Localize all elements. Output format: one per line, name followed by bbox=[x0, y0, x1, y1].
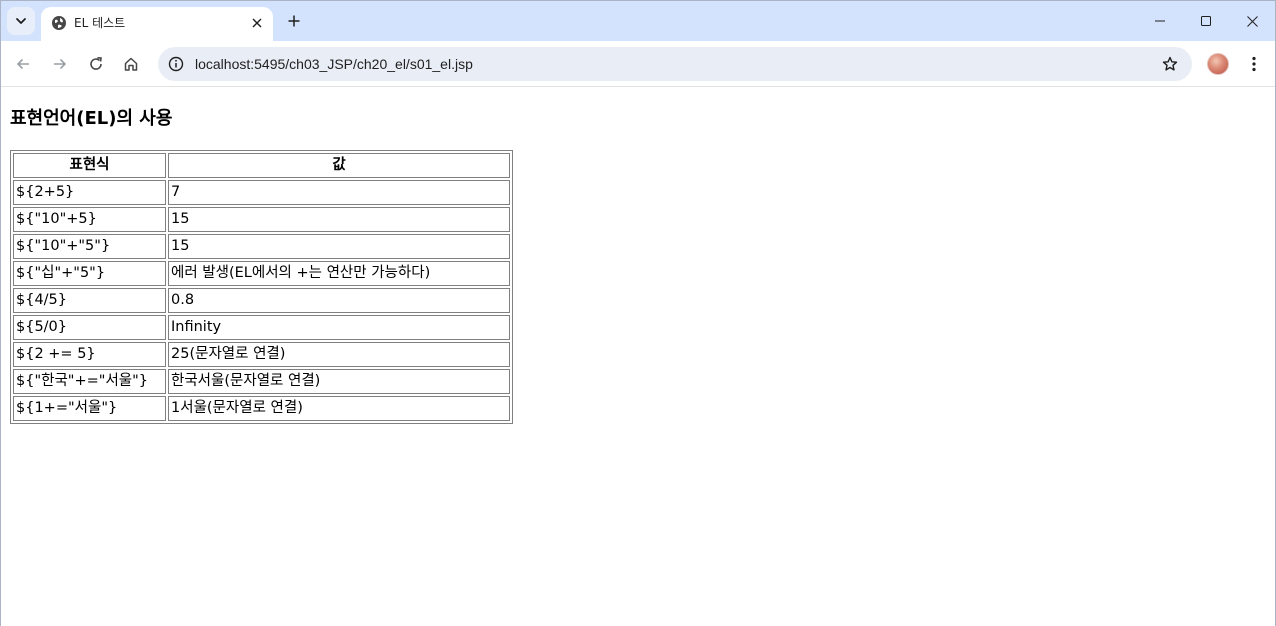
expression-cell: ${2 += 5} bbox=[13, 342, 166, 367]
value-cell: 25(문자열로 연결) bbox=[168, 342, 510, 367]
value-cell: 한국서울(문자열로 연결) bbox=[168, 369, 510, 394]
expression-cell: ${1+="서울"} bbox=[13, 396, 166, 421]
tab-close-button[interactable] bbox=[247, 13, 267, 33]
reload-icon bbox=[90, 57, 102, 70]
value-cell: 에러 발생(EL에서의 +는 연산만 가능하다) bbox=[168, 261, 510, 286]
tab-title: EL 테스트 bbox=[74, 16, 126, 30]
close-window-button[interactable] bbox=[1229, 1, 1275, 41]
table-row: ${"한국"+="서울"} 한국서울(문자열로 연결) bbox=[13, 369, 510, 394]
el-expression-table: 표현식 값 ${2+5} 7 ${"10"+5} 15 ${"10"+"5"} … bbox=[10, 150, 513, 424]
tab-active[interactable]: EL 테스트 bbox=[41, 7, 273, 41]
table-row: ${1+="서울"} 1서울(문자열로 연결) bbox=[13, 396, 510, 421]
header-value: 값 bbox=[168, 153, 510, 178]
globe-icon bbox=[52, 16, 66, 30]
maximize-button[interactable] bbox=[1183, 1, 1229, 41]
value-cell: Infinity bbox=[168, 315, 510, 340]
expression-cell: ${4/5} bbox=[13, 288, 166, 313]
new-tab-button[interactable] bbox=[282, 9, 306, 33]
expression-cell: ${"10"+"5"} bbox=[13, 234, 166, 259]
forward-icon bbox=[54, 58, 67, 70]
expression-cell: ${2+5} bbox=[13, 180, 166, 205]
value-cell: 15 bbox=[168, 207, 510, 232]
tab-strip: EL 테스트 bbox=[1, 1, 1275, 41]
tab-search-button[interactable] bbox=[7, 7, 35, 35]
minimize-button[interactable] bbox=[1137, 1, 1183, 41]
more-vert-icon bbox=[1252, 56, 1256, 72]
value-cell: 0.8 bbox=[168, 288, 510, 313]
reload-button[interactable] bbox=[82, 50, 110, 78]
home-icon bbox=[124, 57, 138, 71]
expression-cell: ${"한국"+="서울"} bbox=[13, 369, 166, 394]
info-icon bbox=[168, 56, 184, 72]
expression-cell: ${"10"+5} bbox=[13, 207, 166, 232]
close-icon bbox=[252, 18, 262, 28]
browser-toolbar: localhost:5495/ch03_JSP/ch20_el/s01_el.j… bbox=[1, 41, 1275, 87]
browser-window: EL 테스트 localhost:5495/ch03_JSP/ch20_el/s… bbox=[0, 0, 1276, 626]
forward-button[interactable] bbox=[46, 50, 74, 78]
value-cell: 7 bbox=[168, 180, 510, 205]
menu-button[interactable] bbox=[1242, 50, 1266, 78]
maximize-icon bbox=[1201, 16, 1211, 26]
back-icon bbox=[16, 58, 29, 70]
home-button[interactable] bbox=[117, 50, 145, 78]
table-row: ${2+5} 7 bbox=[13, 180, 510, 205]
value-cell: 15 bbox=[168, 234, 510, 259]
page-content: 표현언어(EL)의 사용 표현식 값 ${2+5} 7 ${"10"+5} 15 bbox=[1, 88, 1275, 626]
table-header-row: 표현식 값 bbox=[13, 153, 510, 178]
expression-cell: ${"십"+"5"} bbox=[13, 261, 166, 286]
minimize-icon bbox=[1155, 20, 1165, 22]
profile-avatar[interactable] bbox=[1207, 53, 1229, 75]
table-row: ${2 += 5} 25(문자열로 연결) bbox=[13, 342, 510, 367]
value-cell: 1서울(문자열로 연결) bbox=[168, 396, 510, 421]
table-row: ${4/5} 0.8 bbox=[13, 288, 510, 313]
table-row: ${"10"+5} 15 bbox=[13, 207, 510, 232]
table-row: ${"10"+"5"} 15 bbox=[13, 234, 510, 259]
address-bar[interactable]: localhost:5495/ch03_JSP/ch20_el/s01_el.j… bbox=[158, 47, 1192, 81]
table-row: ${"십"+"5"} 에러 발생(EL에서의 +는 연산만 가능하다) bbox=[13, 261, 510, 286]
header-expression: 표현식 bbox=[13, 153, 166, 178]
site-info-button[interactable] bbox=[164, 52, 188, 76]
url-text: localhost:5495/ch03_JSP/ch20_el/s01_el.j… bbox=[195, 56, 473, 72]
back-button[interactable] bbox=[9, 50, 37, 78]
star-icon bbox=[1162, 56, 1178, 71]
page-heading: 표현언어(EL)의 사용 bbox=[10, 108, 173, 129]
table-row: ${5/0} Infinity bbox=[13, 315, 510, 340]
close-icon bbox=[1246, 15, 1258, 27]
bookmark-button[interactable] bbox=[1158, 52, 1182, 76]
expression-cell: ${5/0} bbox=[13, 315, 166, 340]
tab-search-icon bbox=[16, 18, 26, 24]
plus-icon bbox=[288, 15, 300, 27]
